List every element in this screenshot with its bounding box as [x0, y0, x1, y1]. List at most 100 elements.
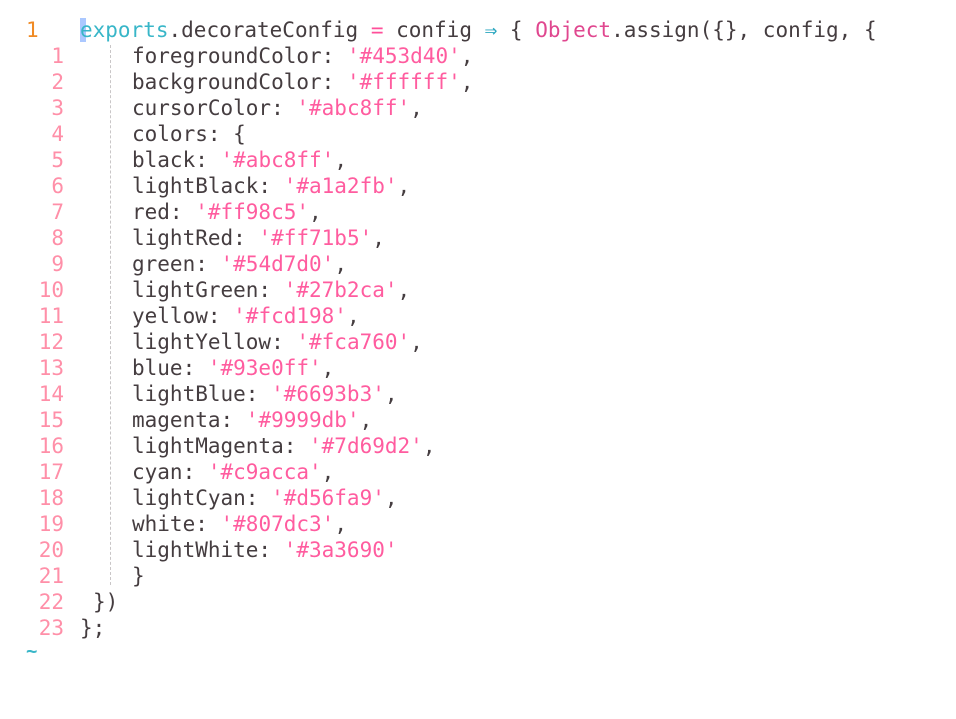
property-key: red:: [132, 200, 196, 224]
string-value: '#27b2ca': [283, 278, 398, 302]
code-line[interactable]: 11 yellow: '#fcd198',: [0, 303, 956, 329]
code-line[interactable]: 7 red: '#ff98c5',: [0, 199, 956, 225]
code-line[interactable]: 1 foregroundColor: '#453d40',: [0, 43, 956, 69]
punctuation: ,: [321, 460, 335, 484]
string-value: '#54d7d0': [220, 252, 335, 276]
line-number: 20: [38, 538, 64, 562]
code-line[interactable]: 14 lightBlue: '#6693b3',: [0, 381, 956, 407]
string-value: '#fca760': [296, 330, 411, 354]
punctuation: ,: [384, 486, 398, 510]
code-text: lightBlue: '#6693b3',: [132, 381, 398, 407]
punctuation: ,: [422, 434, 436, 458]
code-line[interactable]: 2 backgroundColor: '#ffffff',: [0, 69, 956, 95]
code-text: blue: '#93e0ff',: [132, 355, 334, 381]
code-line[interactable]: 6 lightBlack: '#a1a2fb',: [0, 173, 956, 199]
line-number: 7: [51, 200, 64, 224]
code-line[interactable]: 10 lightGreen: '#27b2ca',: [0, 277, 956, 303]
property-key: magenta:: [132, 408, 246, 432]
code-line[interactable]: 18 lightCyan: '#d56fa9',: [0, 485, 956, 511]
property-key: cyan:: [132, 460, 208, 484]
line-number: 1: [51, 44, 64, 68]
code-line[interactable]: 20 lightWhite: '#3a3690': [0, 537, 956, 563]
empty-line-marker: ~: [26, 640, 38, 662]
line-number: 5: [51, 148, 64, 172]
code-text: }): [93, 590, 119, 614]
code-line[interactable]: 3 cursorColor: '#abc8ff',: [0, 95, 956, 121]
punctuation: ,: [334, 148, 347, 172]
code-text: exports.decorateConfig = config ⇒ { Obje…: [80, 17, 877, 43]
line-number: 6: [51, 174, 64, 198]
code-line[interactable]: 17 cyan: '#c9acca',: [0, 459, 956, 485]
string-value: '#d56fa9': [271, 486, 385, 510]
line-number: 11: [38, 304, 64, 328]
code-text: lightRed: '#ff71b5',: [132, 225, 385, 251]
property-key: green:: [132, 252, 221, 276]
property-key: colors: {: [132, 122, 246, 146]
property-key: white:: [132, 512, 221, 536]
code-text: green: '#54d7d0',: [132, 251, 347, 277]
line-number: 23: [38, 616, 64, 640]
code-line[interactable]: 21}: [0, 563, 956, 589]
property-key: lightRed:: [132, 226, 259, 250]
code-line[interactable]: 13 blue: '#93e0ff',: [0, 355, 956, 381]
string-value: '#c9acca': [207, 460, 322, 484]
code-text: lightYellow: '#fca760',: [132, 329, 423, 355]
property-key: lightMagenta:: [132, 434, 310, 458]
string-value: '#93e0ff': [207, 356, 322, 380]
code-line[interactable]: 4 colors: {: [0, 121, 956, 147]
indent-guide: [110, 45, 111, 585]
code-text: };: [80, 616, 106, 640]
punctuation: ,: [460, 44, 474, 68]
line-number: 4: [51, 122, 64, 146]
code-text: lightCyan: '#d56fa9',: [132, 485, 398, 511]
punctuation: ,: [410, 330, 423, 354]
code-text: black: '#abc8ff',: [132, 147, 347, 173]
code-text: lightGreen: '#27b2ca',: [132, 277, 410, 303]
code-line[interactable]: 16 lightMagenta: '#7d69d2',: [0, 433, 956, 459]
punctuation: ,: [397, 278, 411, 302]
code-line[interactable]: 19 white: '#807dc3',: [0, 511, 956, 537]
code-line-header[interactable]: 1 exports.decorateConfig = config ⇒ { Ob…: [0, 17, 956, 43]
punctuation: ,: [334, 512, 347, 536]
property-key: lightWhite:: [132, 538, 284, 562]
punctuation: ,: [309, 200, 322, 224]
string-value: '#fcd198': [233, 304, 347, 328]
code-text: cursorColor: '#abc8ff',: [132, 95, 423, 121]
property-key: cursorColor:: [132, 96, 297, 120]
code-line-23[interactable]: 23 };: [0, 615, 956, 641]
member-access: .decorateConfig: [168, 18, 371, 42]
code-text: white: '#807dc3',: [132, 511, 347, 537]
arrow-operator: ⇒: [484, 18, 498, 42]
code-text: yellow: '#fcd198',: [132, 303, 360, 329]
line-number: 14: [38, 382, 64, 406]
punctuation: ,: [372, 226, 385, 250]
code-line[interactable]: 9 green: '#54d7d0',: [0, 251, 956, 277]
string-value: '#3a3690': [283, 538, 398, 562]
punctuation: ,: [460, 70, 474, 94]
code-editor[interactable]: 1 exports.decorateConfig = config ⇒ { Ob…: [0, 17, 956, 641]
string-value: '#ffffff': [346, 70, 461, 94]
code-line[interactable]: 12 lightYellow: '#fca760',: [0, 329, 956, 355]
property-key: lightGreen:: [132, 278, 284, 302]
line-number: 16: [38, 434, 64, 458]
code-line[interactable]: 5 black: '#abc8ff',: [0, 147, 956, 173]
param-name: config: [383, 18, 485, 42]
string-value: '#a1a2fb': [283, 174, 398, 198]
line-number: 22: [38, 590, 64, 614]
punctuation: ,: [410, 96, 423, 120]
string-value: '#6693b3': [271, 382, 385, 406]
exports-keyword: exports: [80, 18, 169, 42]
property-key: foregroundColor:: [132, 44, 347, 68]
assign-call: .assign({}, config, {: [611, 18, 877, 42]
code-text: red: '#ff98c5',: [132, 199, 322, 225]
string-value: '#ff98c5': [195, 200, 310, 224]
code-text: }: [132, 563, 145, 589]
line-number: 18: [38, 486, 64, 510]
code-line-22[interactable]: 22 }): [0, 589, 956, 615]
line-number: 17: [38, 460, 64, 484]
string-value: '#ff71b5': [258, 226, 373, 250]
punctuation: ,: [359, 408, 373, 432]
code-line[interactable]: 8 lightRed: '#ff71b5',: [0, 225, 956, 251]
property-key: lightCyan:: [132, 486, 272, 510]
code-line[interactable]: 15 magenta: '#9999db',: [0, 407, 956, 433]
